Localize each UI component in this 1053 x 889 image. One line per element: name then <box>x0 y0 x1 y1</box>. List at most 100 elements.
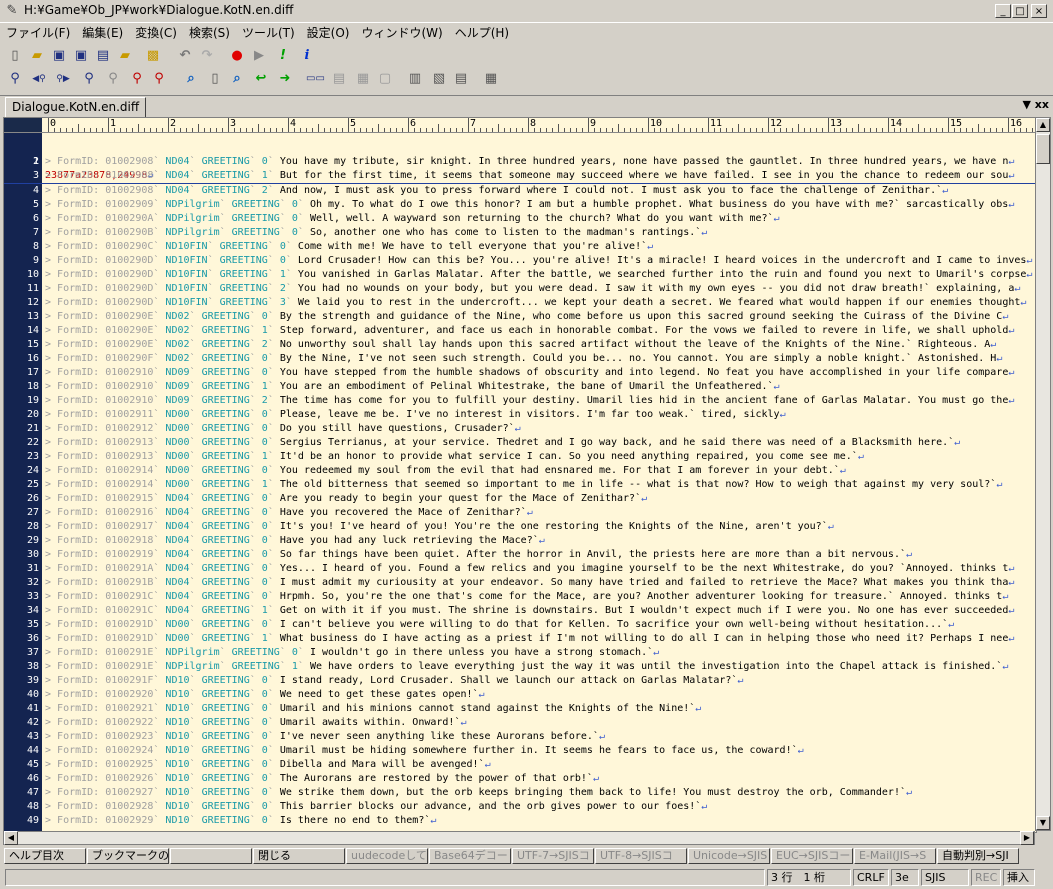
npc-id: ND00 <box>165 451 190 462</box>
npc-id: ND00 <box>165 437 190 448</box>
scroll-thumb[interactable] <box>1036 134 1050 164</box>
find-all-icon[interactable]: ⚲ <box>150 70 168 88</box>
function-key-8[interactable]: UTF-8→SJISコ <box>595 848 687 864</box>
split-both-icon[interactable]: ▦ <box>354 70 372 88</box>
scroll-up-icon[interactable]: ▲ <box>1036 118 1050 132</box>
response-index: 2 <box>261 339 268 350</box>
line-end-mark: ↵ <box>514 423 521 434</box>
save-as-icon[interactable]: ▣ <box>72 47 90 65</box>
response-index: 0 <box>261 521 268 532</box>
vertical-scrollbar[interactable]: ▲ ▼ <box>1035 117 1051 831</box>
function-key-6[interactable]: Base64デコード <box>429 848 511 864</box>
form-id: FormID: 01002913 <box>57 437 154 448</box>
jump-back-icon[interactable]: ↩ <box>252 70 270 88</box>
dialogue-text: We have orders to leave everything just … <box>309 661 1003 672</box>
function-key-5[interactable]: uudecodeして保 <box>346 848 428 864</box>
function-key-1[interactable]: ヘルプ目次 <box>4 848 86 864</box>
close-file-icon[interactable]: ▤ <box>94 47 112 65</box>
binoculars-icon[interactable]: ⚲ <box>6 70 24 88</box>
minimize-button[interactable]: _ <box>995 4 1011 18</box>
diff-line: 41 > FormID: 01002921` ND10` GREETING` 0`… <box>4 702 1036 716</box>
menu-search[interactable]: 検索(S) <box>183 22 236 41</box>
undo-icon[interactable]: ↶ <box>176 47 194 65</box>
menu-file[interactable]: ファイル(F) <box>0 22 76 41</box>
menu-edit[interactable]: 編集(E) <box>76 22 129 41</box>
unsplit-icon[interactable]: ▢ <box>376 70 394 88</box>
maximize-button[interactable]: □ <box>1012 4 1028 18</box>
tab-close-icon[interactable]: xx <box>1035 98 1049 111</box>
tab-list-icon[interactable]: ▼ <box>1023 98 1035 111</box>
function-key-4[interactable]: 閉じる <box>253 848 345 864</box>
response-index: 0 <box>261 156 268 167</box>
menu-help[interactable]: ヘルプ(H) <box>449 22 515 41</box>
response-index: 0 <box>279 241 286 252</box>
encoding[interactable]: SJIS <box>921 869 969 886</box>
line-ending[interactable]: CRLF <box>853 869 889 886</box>
new-file-icon[interactable]: ▯ <box>6 47 24 65</box>
menu-convert[interactable]: 変換(C) <box>129 22 183 41</box>
scroll-left-icon[interactable]: ◀ <box>4 831 18 845</box>
split-horizontal-icon[interactable]: ▭▭ <box>306 70 325 88</box>
search-prev-icon[interactable]: ◀⚲ <box>30 70 48 88</box>
menu-tools[interactable]: ツール(T) <box>236 22 301 41</box>
grep-icon[interactable]: ⌕ <box>182 70 200 88</box>
save-icon[interactable]: ▣ <box>50 47 68 65</box>
highlight-clear-icon[interactable]: ⚲ <box>128 70 146 88</box>
exclamation-icon[interactable]: ! <box>274 47 292 65</box>
file-search-icon[interactable]: ▯ <box>206 70 224 88</box>
jump-forward-icon[interactable]: ➜ <box>276 70 294 88</box>
function-key-11[interactable]: E-Mail(JIS→S <box>854 848 936 864</box>
diff-line: 42 > FormID: 01002922` ND10` GREETING` 0`… <box>4 716 1036 730</box>
menu-settings[interactable]: 設定(O) <box>301 22 356 41</box>
function-key-9[interactable]: Unicode→SJIS <box>688 848 770 864</box>
response-index: 0 <box>261 759 268 770</box>
record-macro-icon[interactable]: ● <box>228 47 246 65</box>
diff-line: 35 > FormID: 0100291D` ND00` GREETING` 0`… <box>4 618 1036 632</box>
window-list-icon[interactable]: ▤ <box>452 70 470 88</box>
search-next-icon[interactable]: ⚲▶ <box>54 70 72 88</box>
info-icon[interactable]: i <box>298 47 316 65</box>
line-end-mark: ↵ <box>598 731 605 742</box>
tab-dialogue-diff[interactable]: Dialogue.KotN.en.diff <box>5 97 147 118</box>
replace-icon[interactable]: ⚲ <box>80 70 98 88</box>
function-key-10[interactable]: EUC→SJISコー <box>771 848 853 864</box>
horizontal-scrollbar[interactable]: ◀ ▶ <box>3 831 1035 845</box>
form-id: FormID: 01002918 <box>57 535 154 546</box>
redo-icon[interactable]: ↷ <box>198 47 216 65</box>
response-index: 2 <box>261 395 268 406</box>
function-key-7[interactable]: UTF-7→SJISコ <box>512 848 594 864</box>
diff-line: 38 > FormID: 0100291E` NDPilgrim` GREETIN… <box>4 660 1036 674</box>
topic: GREETING <box>201 451 250 462</box>
open-folder-icon[interactable]: ▰ <box>28 47 46 65</box>
open-recent-icon[interactable]: ▰ <box>116 47 134 65</box>
line-end-mark: ↵ <box>1008 605 1015 616</box>
form-id: FormID: 0100291E <box>57 647 154 658</box>
app-icon[interactable]: ✎ <box>4 3 20 19</box>
insert-mode[interactable]: 挿入 <box>1003 869 1035 886</box>
topic: GREETING <box>201 787 250 798</box>
compare-icon[interactable]: ▧ <box>430 70 448 88</box>
menu-window[interactable]: ウィンドウ(W) <box>355 22 448 41</box>
highlight-icon[interactable]: ⚲ <box>104 70 122 88</box>
function-key-3[interactable] <box>170 848 252 864</box>
form-id: FormID: 01002923 <box>57 731 154 742</box>
function-key-2[interactable]: ブックマークの <box>87 848 169 864</box>
line-number: 34 <box>26 605 39 616</box>
split-vertical-icon[interactable]: ▤ <box>330 70 348 88</box>
windows-icon[interactable]: ▩ <box>144 47 162 65</box>
settings-icon[interactable]: ▦ <box>482 70 500 88</box>
close-button[interactable]: × <box>1031 4 1047 18</box>
dialogue-text: I wouldn't go in there unless you have a… <box>309 647 654 658</box>
diff-line: 29 > FormID: 01002918` ND04` GREETING` 0`… <box>4 534 1036 548</box>
function-key-12[interactable]: 自動判別→SJI <box>937 848 1019 864</box>
scroll-down-icon[interactable]: ▼ <box>1036 816 1050 830</box>
tag-jump-icon[interactable]: ⌕ <box>228 70 246 88</box>
editor-pane[interactable]: 0 1 2 3 4 5 6 7 8 9 10 11 12 13 14 15 16 1 23877a23878,2… <box>3 117 1037 833</box>
play-macro-icon[interactable]: ▶ <box>250 47 268 65</box>
topic: GREETING <box>219 255 268 266</box>
scroll-right-icon[interactable]: ▶ <box>1020 831 1034 845</box>
tab-close-all[interactable]: ▼ xx <box>1023 98 1050 111</box>
outline-icon[interactable]: ▥ <box>406 70 424 88</box>
form-id: FormID: 0100290D <box>57 269 154 280</box>
form-id: FormID: 01002908 <box>57 185 154 196</box>
